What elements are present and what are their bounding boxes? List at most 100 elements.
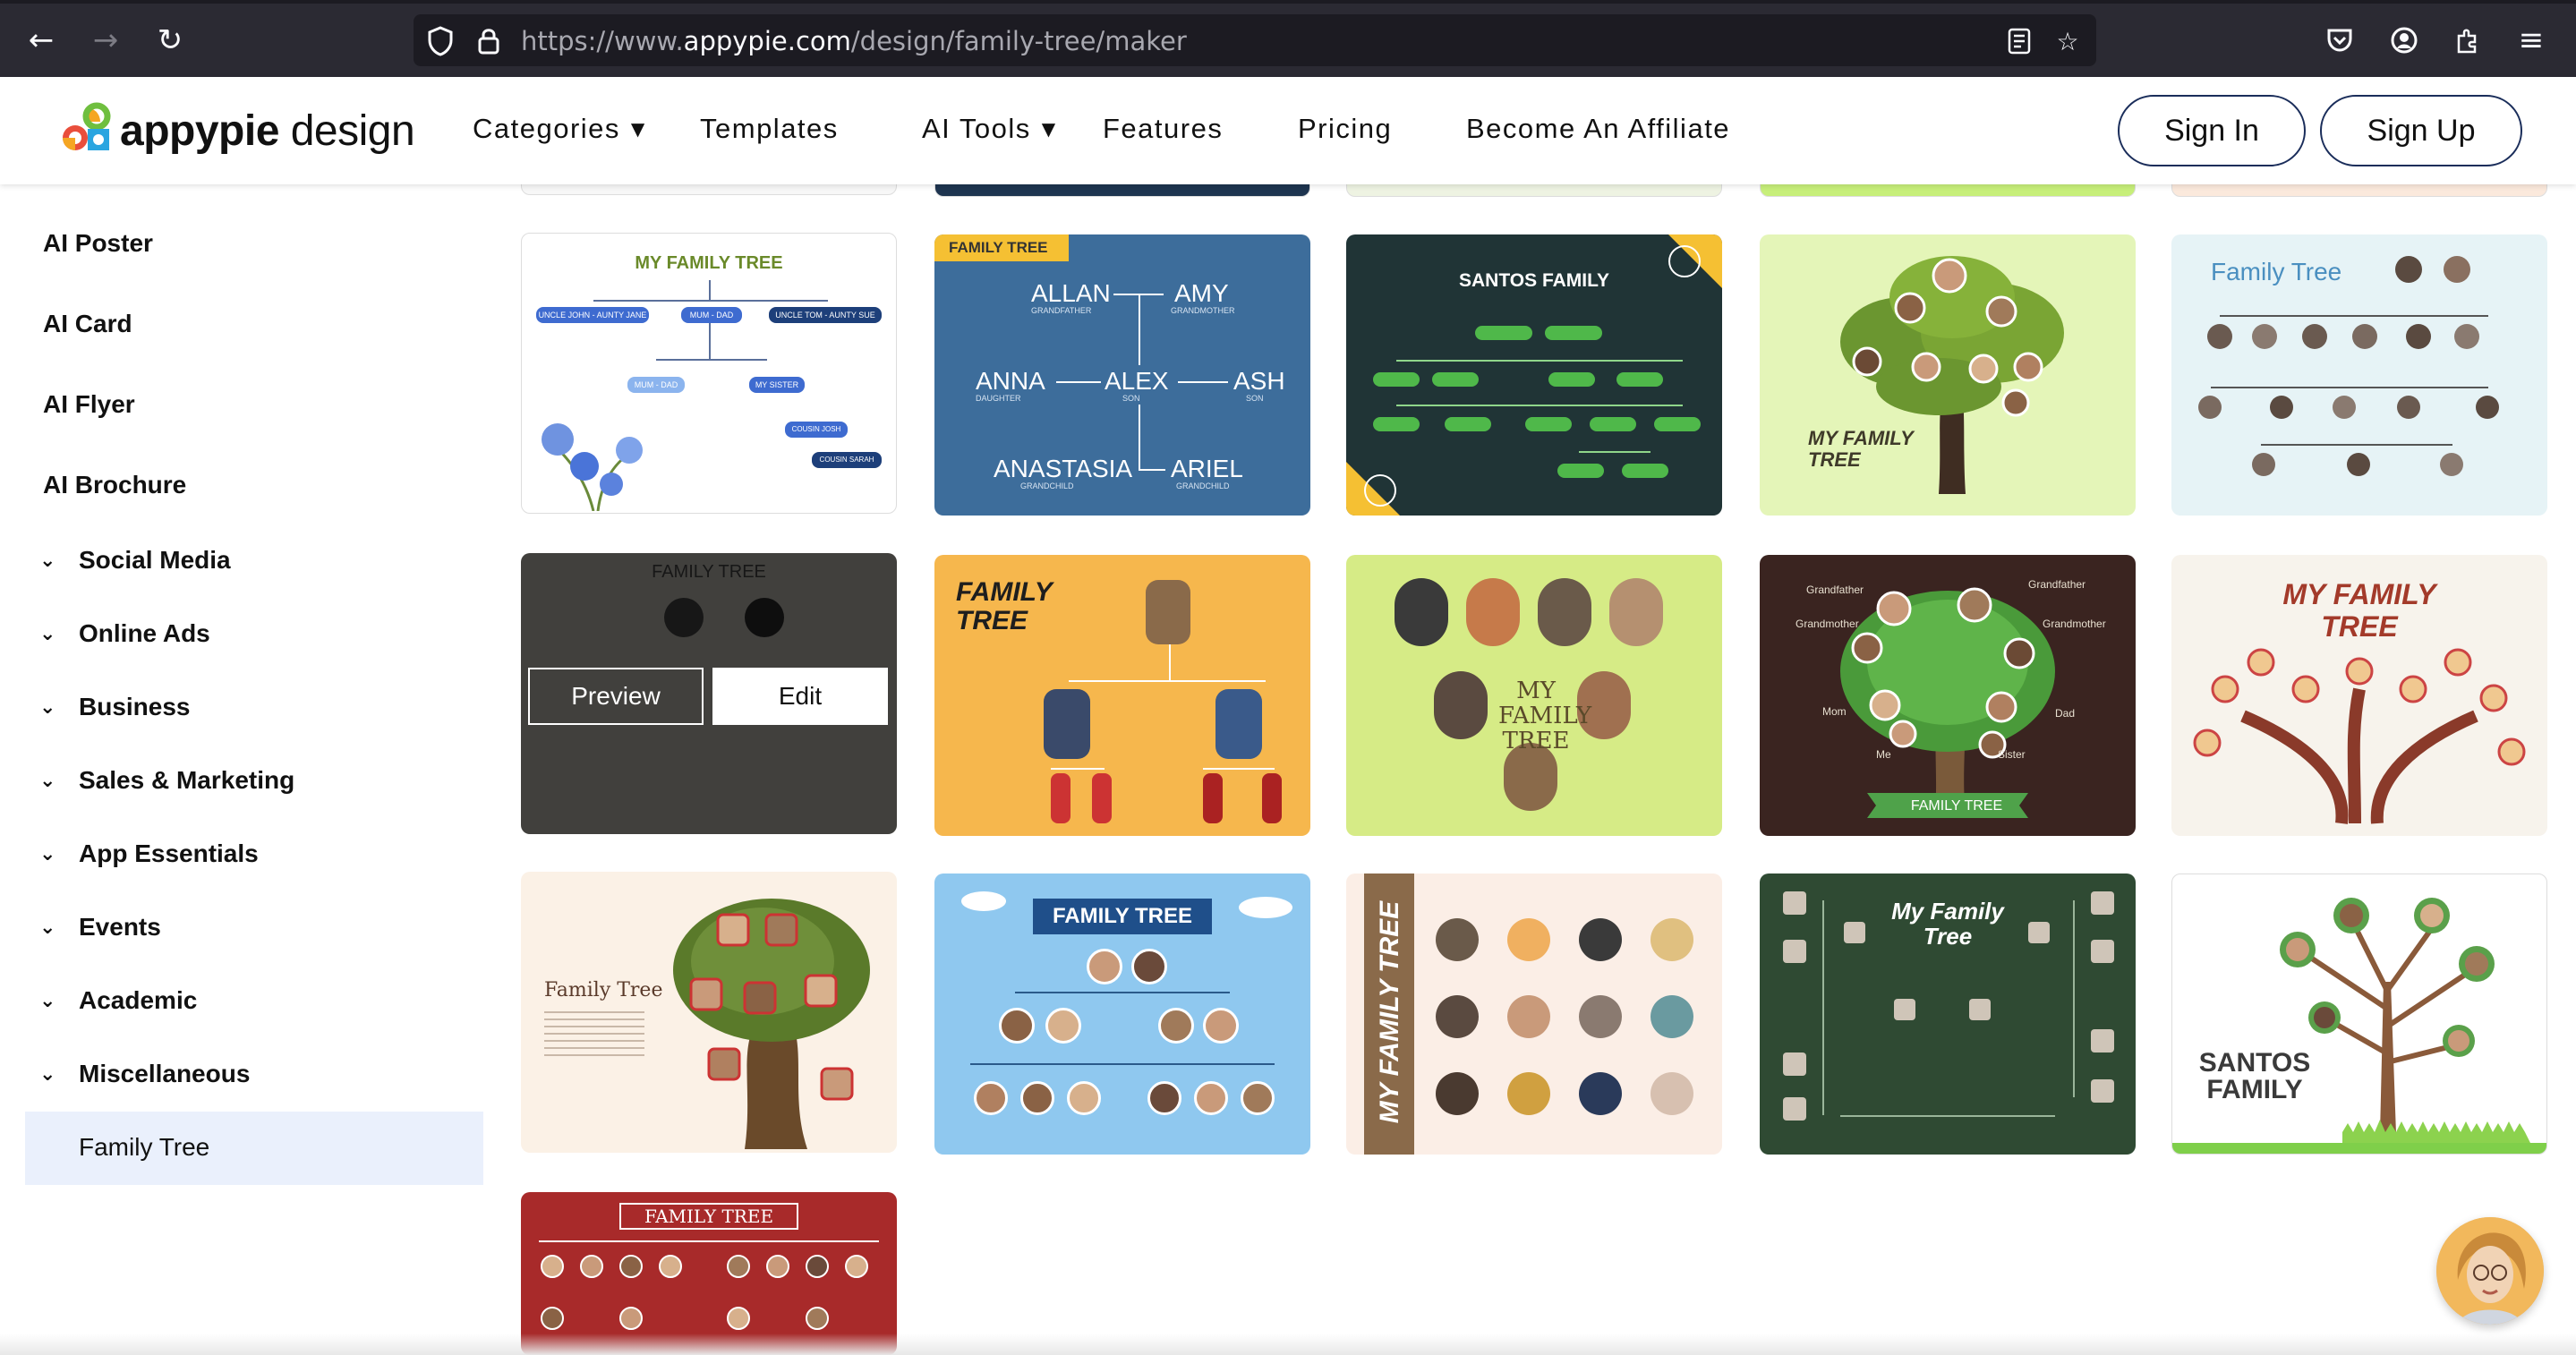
template-card-family-tree-red-grid[interactable]: FAMILY TREE [521,1192,897,1355]
template-banner: FAMILY TREE [1910,798,2003,814]
template-label: Sister [1998,748,2026,761]
extensions-icon[interactable] [2444,18,2490,63]
sidebar-category-events[interactable]: ⌄ Events [39,913,161,942]
template-role: GRANDCHILD [1020,481,1074,490]
sidebar-category-app-essentials[interactable]: ⌄ App Essentials [39,839,259,868]
sign-up-button[interactable]: Sign Up [2320,95,2522,166]
template-title: MY FAMILY TREE [2282,578,2436,643]
sidebar-category-sales-marketing[interactable]: ⌄ Sales & Marketing [39,766,294,795]
browser-tabstrip-edge [0,0,2576,4]
template-card-cartoon-family[interactable]: FAMILY TREE [934,555,1310,836]
chevron-down-icon: ⌄ [39,549,56,572]
sidebar-category-academic[interactable]: ⌄ Academic [39,986,197,1015]
template-role: SON [1122,394,1140,403]
template-title: SANTOS FAMILY [1458,270,1610,291]
template-card-family-tree-painted[interactable]: Family Tree [521,872,897,1153]
star-icon[interactable]: ☆ [2048,21,2087,61]
preview-button[interactable]: Preview [528,668,704,725]
template-role: GRANDMOTHER [1171,306,1235,315]
template-card-santos-family-tree[interactable]: SANTOS FAMILY [2171,874,2547,1155]
template-name: ASH [1233,367,1285,395]
sidebar-item-family-tree[interactable]: Family Tree [25,1112,483,1185]
shield-icon[interactable] [421,21,460,61]
forward-icon[interactable]: → [82,18,129,63]
sidebar-item-ai-brochure[interactable]: AI Brochure [43,471,186,499]
sidebar-item-ai-poster[interactable]: AI Poster [43,229,153,258]
template-label: Dad [2055,707,2076,720]
chevron-down-icon: ⌄ [39,916,56,939]
template-title: FAMILY TREE [619,1203,798,1230]
nav-become-affiliate[interactable]: Become An Affiliate [1466,113,1730,145]
sidebar-item-ai-card[interactable]: AI Card [43,310,132,338]
address-bar[interactable]: https://www.appypie.com/design/family-tr… [414,14,2096,66]
template-name: ALEX [1105,367,1169,395]
tree-illustration [673,899,870,1149]
tree-illustration [2172,898,2546,1154]
tree-illustration [2193,648,2526,824]
sidebar-category-miscellaneous[interactable]: ⌄ Miscellaneous [39,1060,250,1088]
flower-illustration [542,423,643,511]
template-card-family-tree-grid[interactable]: Family Tree [2171,234,2547,516]
logo-mark-icon [57,102,115,159]
template-label: MUM - DAD [627,377,685,393]
template-card-family-tree-sky[interactable]: FAMILY TREE [934,874,1310,1155]
template-card-family-tree-photos[interactable]: MY FAMILY TREE [1346,555,1722,836]
template-card-my-family-tree-red[interactable]: MY FAMILY TREE [2171,555,2547,836]
tree-illustration [1840,587,2055,818]
template-card-my-family-tree-green[interactable]: My Family Tree [1760,874,2136,1155]
chevron-down-icon: ⌄ [39,695,56,719]
template-role: SON [1246,394,1264,403]
template-card-family-tree-names[interactable]: FAMILY TREE ALLAN AMY ANNA ALEX ASH ANAS… [934,234,1310,516]
sidebar-item-ai-flyer[interactable]: AI Flyer [43,390,135,419]
nav-categories[interactable]: Categories ▼ [473,113,646,145]
sidebar-category-social-media[interactable]: ⌄ Social Media [39,546,231,575]
template-title: My Family Tree [1891,898,2004,950]
tree-illustration [1840,256,2064,494]
appypie-logo[interactable]: appypie design [57,102,415,159]
template-label: COUSIN SARAH [812,452,882,468]
template-label: UNCLE JOHN - AUNTY JANE [536,307,649,323]
reload-icon[interactable]: ↻ [147,18,193,63]
template-card-santos-family[interactable]: SANTOS FAMILY [1346,234,1722,516]
template-label: MUM - DAD [681,307,742,323]
template-label: UNCLE TOM - AUNTY SUE [769,307,882,323]
nav-templates[interactable]: Templates [700,113,839,145]
back-icon[interactable]: ← [18,18,64,63]
sidebar-category-business[interactable]: ⌄ Business [39,693,191,721]
account-icon[interactable] [2381,18,2427,63]
menu-icon[interactable]: ≡ [2508,18,2555,63]
lock-icon[interactable] [469,21,508,61]
template-name: ANNA [976,367,1045,395]
template-card-my-family-tree-pills[interactable]: MY FAMILY TREE UNCLE JOHN - AUNTY JANE M… [521,233,897,514]
template-label: Mom [1822,705,1847,718]
pocket-icon[interactable] [2316,18,2363,63]
template-label: Grandfather [1806,584,1864,596]
sign-in-button[interactable]: Sign In [2118,95,2306,166]
browser-toolbar: ← → ↻ https://www.appypie.com/design/fam… [0,0,2576,77]
template-tag: FAMILY TREE [934,234,1069,261]
template-title: MY FAMILY TREE [1375,900,1404,1124]
template-label: Grandmother [1796,618,1859,630]
template-card-hovered[interactable]: FAMILY TREE Preview Edit [521,553,897,834]
template-label: Grandfather [2028,578,2086,591]
site-header: appypie design Categories ▼ Templates AI … [0,77,2576,184]
nav-ai-tools[interactable]: AI Tools ▼ [922,113,1057,145]
edit-button[interactable]: Edit [712,668,888,725]
reader-icon[interactable] [2000,21,2039,61]
template-title: FAMILY TREE [956,577,1053,635]
template-card-my-family-tree-tree[interactable]: MY FAMILY TREE [1760,234,2136,516]
template-label: COUSIN JOSH [785,422,848,438]
scroll-fade [0,1334,2576,1355]
template-card-my-family-tree-vertical[interactable]: MY FAMILY TREE [1346,874,1722,1155]
chat-assistant-avatar[interactable] [2436,1217,2544,1325]
nav-features[interactable]: Features [1103,113,1223,145]
template-title: Family Tree [544,979,663,1001]
template-label: MY SISTER [749,377,805,393]
template-title: SANTOS FAMILY [2198,1048,2311,1104]
template-card-green-tree-dark[interactable]: Grandfather Grandfather Grandmother Gran… [1760,555,2136,836]
template-title: Family Tree [2211,258,2342,285]
sidebar-category-online-ads[interactable]: ⌄ Online Ads [39,619,210,648]
template-name: ANASTASIA [994,455,1133,482]
nav-pricing[interactable]: Pricing [1298,113,1392,145]
logo-wordmark: appypie design [120,107,415,155]
